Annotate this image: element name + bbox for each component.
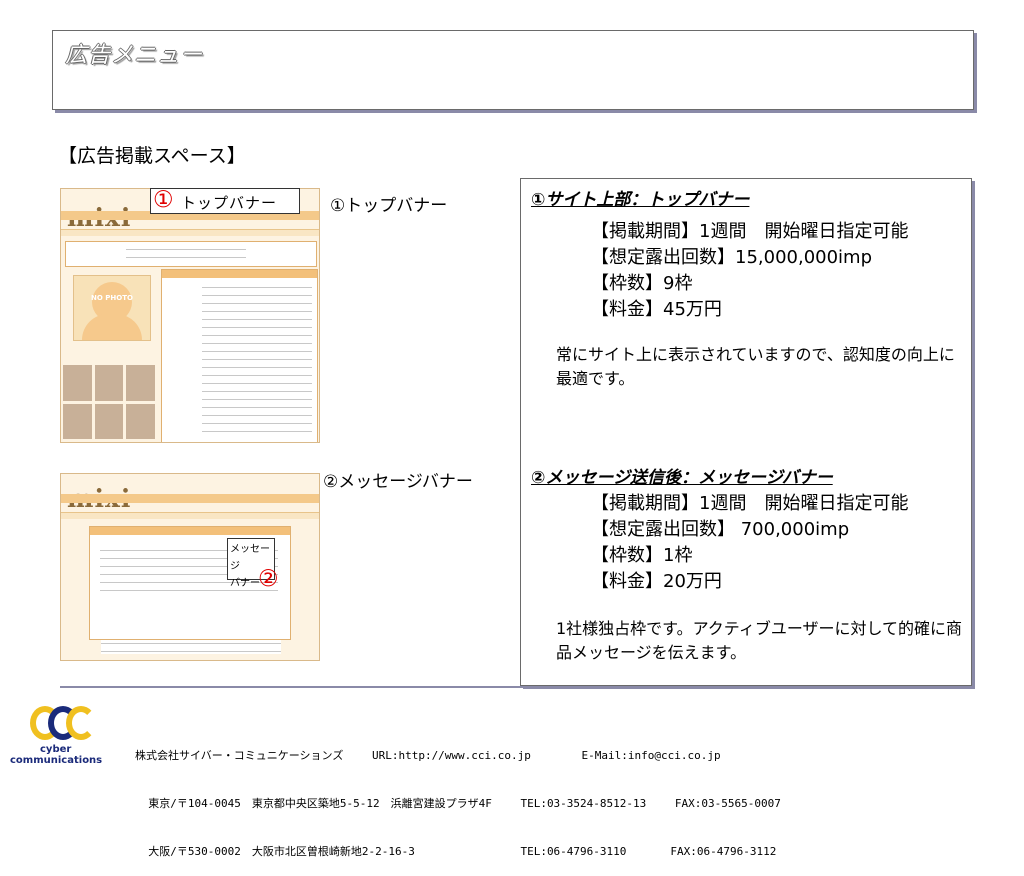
company-line-2: 東京/〒104-0045 東京都中央区築地5-5-12 浜離宮建設プラザ4F T… xyxy=(135,797,781,810)
nav-bar-2 xyxy=(61,494,319,503)
profile-photo: NO PHOTO xyxy=(73,275,151,341)
callout-number-2: ② xyxy=(258,566,279,592)
company-info: 株式会社サイバー・コミュニケーションズ URL:http://www.cci.c… xyxy=(135,716,781,876)
cc-logo-icon xyxy=(30,704,96,744)
title-box: 広告メニュー xyxy=(52,30,974,110)
page-title: 広告メニュー xyxy=(65,43,204,68)
plan2-specs: 【掲載期間】1週間 開始曜日指定可能 【想定露出回数】 700,000imp 【… xyxy=(591,491,908,595)
caption-message-banner: ②メッセージバナー xyxy=(323,472,473,492)
company-line-3: 大阪/〒530-0002 大阪市北区曽根崎新地2-2-16-3 TEL:06-4… xyxy=(135,845,777,858)
plan2-note: 1社様独占枠です。アクティブユーザーに対して的確に商品メッセージを伝えます。 xyxy=(556,619,963,662)
bottom-rule xyxy=(60,686,972,688)
plan1-note: 常にサイト上に表示されていますので、認知度の向上に最適です。 xyxy=(556,345,955,388)
plan2-period: 【掲載期間】1週間 開始曜日指定可能 xyxy=(591,493,909,514)
top-page-screenshot: mixi NO PHOTO xyxy=(60,188,320,443)
logo-text-1: cyber xyxy=(40,744,72,755)
plan1-price: 【料金】45万円 xyxy=(591,299,722,320)
sub-nav-bar-2 xyxy=(61,512,319,519)
plan2-heading: ②メッセージ送信後：メッセージバナー xyxy=(531,468,833,488)
message-page-screenshot: mixi xyxy=(60,473,320,661)
callout-number-1: ① xyxy=(153,187,174,213)
plan-description-box: ①サイト上部：トップバナー 【掲載期間】1週間 開始曜日指定可能 【想定露出回数… xyxy=(520,178,972,686)
plan1-heading: ①サイト上部：トップバナー xyxy=(531,190,750,210)
plan1-slots: 【枠数】9枠 xyxy=(591,273,693,294)
news-panel xyxy=(161,269,318,442)
section-label: 【広告掲載スペース】 xyxy=(58,145,246,167)
sub-nav-bar xyxy=(61,229,319,236)
caption-top-banner: ①トップバナー xyxy=(330,196,448,216)
logo-text-2: communications xyxy=(10,755,103,766)
cyber-communications-logo: cyber communications xyxy=(10,704,110,768)
info-panel xyxy=(65,241,317,267)
plan2-price: 【料金】20万円 xyxy=(591,571,722,592)
photo-label: NO PHOTO xyxy=(91,294,133,302)
top-banner-callout: ① トップバナー xyxy=(150,187,300,214)
plan1-impressions: 【想定露出回数】15,000,000imp xyxy=(591,247,873,268)
plan2-slots: 【枠数】1枠 xyxy=(591,545,693,566)
friend-thumbnails xyxy=(63,365,155,439)
plan2-impressions: 【想定露出回数】 700,000imp xyxy=(591,519,850,540)
plan1-specs: 【掲載期間】1週間 開始曜日指定可能 【想定露出回数】15,000,000imp… xyxy=(591,219,908,323)
callout-label-1: トップバナー xyxy=(181,194,278,212)
plan1-period: 【掲載期間】1週間 開始曜日指定可能 xyxy=(591,221,909,242)
company-line-1: 株式会社サイバー・コミュニケーションズ URL:http://www.cci.c… xyxy=(135,749,721,762)
